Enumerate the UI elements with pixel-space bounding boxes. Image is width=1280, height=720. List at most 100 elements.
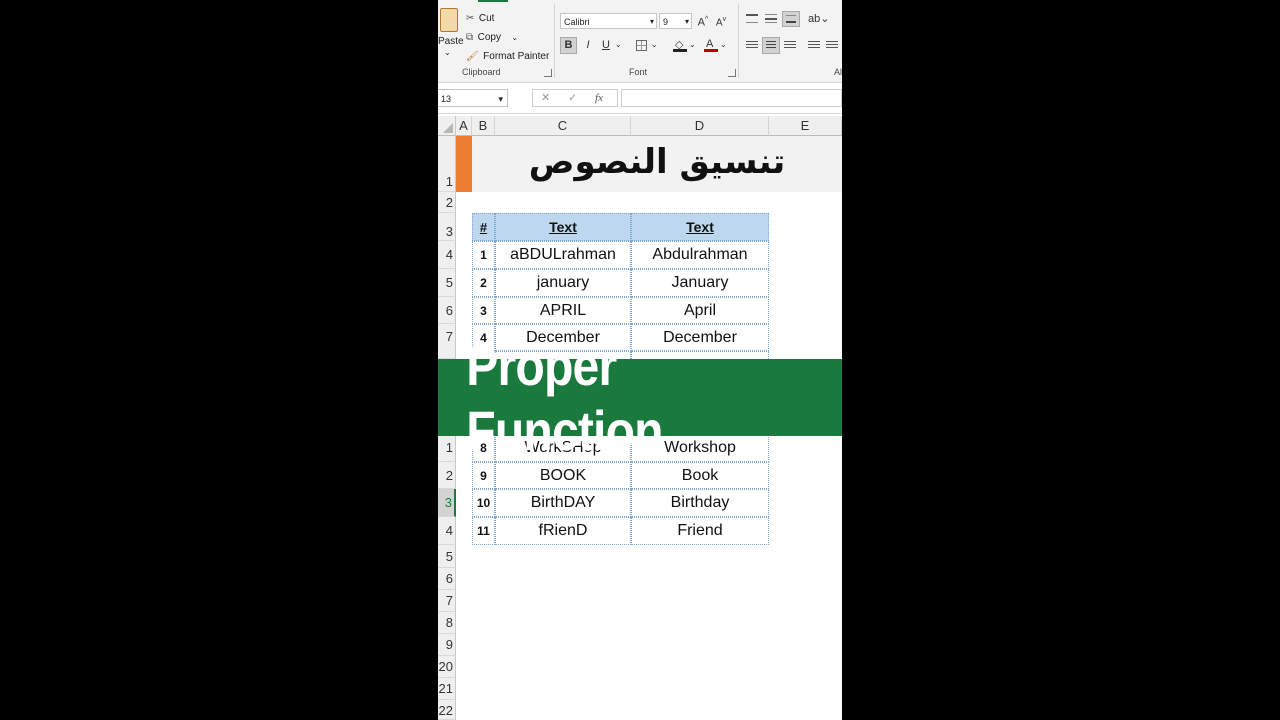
row-header[interactable]: 9 [438,634,456,656]
formula-input[interactable] [621,89,842,107]
underline-button[interactable]: U [599,37,613,53]
proper-text-cell[interactable]: Birthday [631,489,769,517]
chevron-down-icon[interactable]: ⌄ [720,37,727,53]
table-header-col-d[interactable]: Text [631,213,769,241]
font-launcher-icon[interactable] [728,69,736,77]
row-header[interactable]: 1 [438,436,456,462]
format-painter-button[interactable]: 🖌 Format Painter [466,46,549,62]
formula-buttons: ✕ ✓ fx [532,89,618,107]
row-header[interactable]: 1 [438,136,456,192]
align-bottom-glyph [786,15,796,23]
row-header[interactable]: 4 [438,241,456,269]
row-header[interactable]: 4 [438,517,456,545]
row-header[interactable]: 22 [438,700,456,720]
chevron-down-icon: ▾ [498,94,503,104]
row-header[interactable]: 3 [438,213,456,241]
chevron-down-icon: ▾ [684,17,689,26]
row-header[interactable]: 2 [438,192,456,213]
column-header-d[interactable]: D [631,116,769,136]
increase-font-icon[interactable]: A^ [696,12,710,31]
table-header-number[interactable]: # [472,213,495,241]
chevron-down-icon[interactable]: ⌄ [689,37,696,53]
insert-function-icon[interactable]: fx [595,90,603,106]
row-header[interactable]: 7 [438,324,456,359]
column-header-e[interactable]: E [769,116,842,136]
table-header-col-c[interactable]: Text [495,213,631,241]
proper-text-cell[interactable]: Book [631,462,769,489]
paste-label: Paste [438,36,464,47]
table-row: 11 fRienD Friend [472,517,769,545]
fill-color-icon[interactable]: ◇ [673,38,687,52]
original-text-cell[interactable]: fRienD [495,517,631,545]
chevron-down-icon[interactable]: ⌄ [651,37,658,53]
original-text-cell[interactable]: BOOK [495,462,631,489]
proper-text-cell[interactable]: January [631,269,769,297]
align-center-icon[interactable] [762,37,780,54]
font-name-combo[interactable]: Calibri ▾ [560,13,657,29]
cancel-icon[interactable]: ✕ [541,90,550,106]
row-header[interactable]: 6 [438,297,456,324]
increase-indent-icon[interactable] [826,41,838,50]
column-header-c[interactable]: C [495,116,631,136]
proper-text-cell[interactable]: Friend [631,517,769,545]
row-header[interactable]: 5 [438,545,456,568]
row-number-cell[interactable]: 11 [472,517,495,545]
row-header[interactable]: 6 [438,568,456,590]
bold-button[interactable]: B [560,37,577,54]
font-size-combo[interactable]: 9 ▾ [659,13,692,29]
borders-icon[interactable] [636,40,647,51]
align-top-icon[interactable] [746,14,758,23]
proper-text-cell[interactable]: Abdulrahman [631,241,769,269]
align-middle-icon[interactable] [765,14,777,23]
italic-button[interactable]: I [581,37,595,53]
original-text-cell[interactable]: aBDULrahman [495,241,631,269]
row-header[interactable]: 2 [438,462,456,489]
align-left-icon[interactable] [746,41,758,50]
row-number-cell[interactable]: 1 [472,241,495,269]
font-color-icon[interactable]: A [704,37,718,53]
corner-triangle-icon [443,123,453,133]
row-header[interactable]: 5 [438,269,456,297]
align-right-icon[interactable] [784,41,796,50]
enter-icon[interactable]: ✓ [568,90,577,106]
paste-button[interactable]: Paste ⌄ [438,6,464,58]
orientation-icon[interactable]: ab⌄ [808,11,829,27]
original-text-cell[interactable]: APRIL [495,297,631,324]
sheet-title[interactable]: تنسيق النصوص [472,136,842,192]
row-header-selected[interactable]: 3 [438,489,456,517]
chevron-down-icon[interactable]: ⌄ [615,37,622,53]
align-bottom-icon[interactable] [782,11,800,27]
row-header[interactable]: 21 [438,678,456,700]
font-size-value: 9 [663,17,669,27]
bold-label: B [564,39,573,51]
original-text-cell[interactable]: BirthDAY [495,489,631,517]
clipboard-group-label: Clipboard [462,67,501,77]
clipboard-launcher-icon[interactable] [544,69,552,77]
column-header-b[interactable]: B [472,116,495,136]
font-color-swatch [704,49,718,52]
column-header-a[interactable]: A [456,116,472,136]
row-header[interactable]: 7 [438,590,456,612]
ribbon: Paste ⌄ ✂ Cut ⧉ Copy ⌄ 🖌 Format Painter … [438,0,842,83]
row-header[interactable]: 8 [438,612,456,634]
copy-button[interactable]: ⧉ Copy ⌄ [466,27,519,43]
decrease-font-icon[interactable]: Av [714,12,728,31]
cut-button[interactable]: ✂ Cut [466,8,494,24]
row-number-cell[interactable]: 10 [472,489,495,517]
row-number-cell[interactable]: 9 [472,462,495,489]
name-box[interactable]: 13 ▾ [438,89,508,107]
align-center-glyph [766,41,776,50]
chevron-down-icon: ⌄ [511,33,519,42]
proper-text-cell[interactable]: April [631,297,769,324]
select-all-corner[interactable] [438,116,456,136]
name-box-value: 13 [441,94,452,104]
decrease-indent-icon[interactable] [808,41,820,50]
row-number-cell[interactable]: 2 [472,269,495,297]
banner-text: Proper Function [466,333,663,462]
copy-label: Copy [477,32,501,43]
original-text-cell[interactable]: january [495,269,631,297]
row-number-cell[interactable]: 3 [472,297,495,324]
copy-icon: ⧉ [466,32,474,43]
group-separator [554,4,555,78]
row-header[interactable]: 20 [438,656,456,678]
